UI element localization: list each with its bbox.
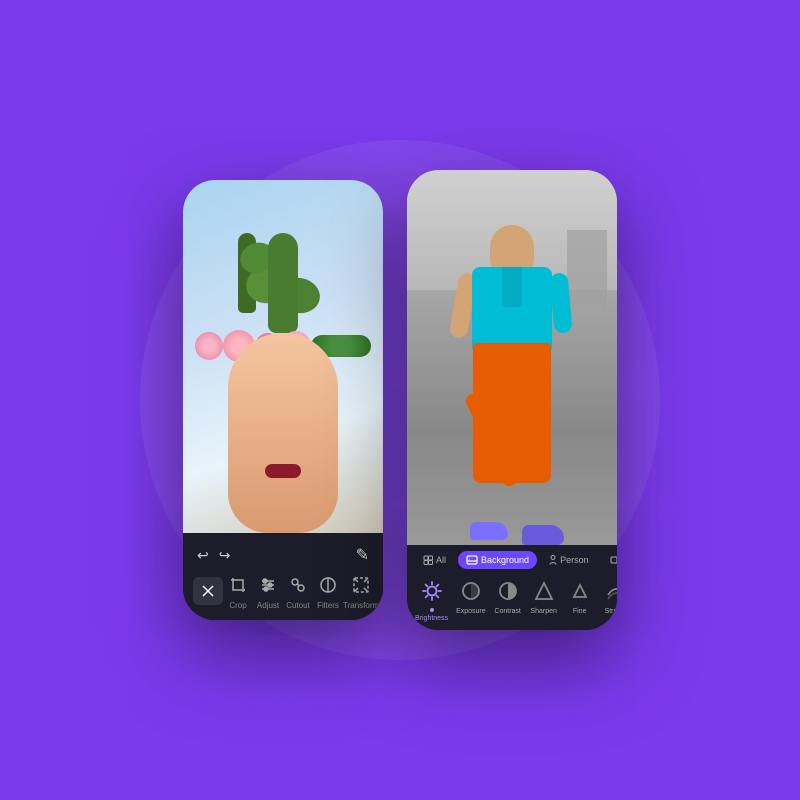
right-phone-image — [407, 170, 617, 545]
left-phone-bottom: ↩ ↪ ✎ — [183, 533, 383, 620]
brightness-label: Brightness — [415, 615, 448, 622]
right-phone: All Background Person — [407, 170, 617, 630]
person-shoe-right — [522, 525, 564, 545]
cutout-label: Cutout — [286, 601, 310, 610]
adj-sharpen[interactable]: Sharpen — [530, 577, 558, 615]
tool-transform[interactable]: Transform — [343, 571, 379, 610]
undo-redo-row: ↩ ↪ ✎ — [193, 541, 373, 571]
tool-crop[interactable]: Crop — [223, 571, 253, 610]
exposure-icon — [459, 579, 483, 603]
tool-cutout[interactable]: Cutout — [283, 571, 313, 610]
tool-close[interactable] — [193, 577, 223, 605]
tab-all-label: All — [436, 555, 446, 565]
undo-button[interactable]: ↩ — [197, 547, 209, 564]
contrast-label: Contrast — [494, 608, 520, 615]
fine-label: Fine — [573, 608, 587, 615]
adj-structure[interactable]: Struc... — [602, 577, 617, 615]
brightness-icon — [420, 579, 444, 603]
adj-tools: Brightness Exposure — [407, 577, 617, 622]
transform-label: Transform — [343, 601, 379, 610]
woman-face — [213, 313, 353, 533]
close-icon — [199, 582, 217, 600]
person-arm-right — [549, 272, 572, 333]
sharpen-label: Sharpen — [530, 608, 556, 615]
redo-button[interactable]: ↪ — [219, 547, 231, 564]
cutout-icon — [289, 576, 307, 594]
filters-label: Filters — [317, 601, 339, 610]
crop-label: Crop — [229, 601, 246, 610]
transform-icon — [352, 576, 370, 594]
adj-contrast[interactable]: Contrast — [494, 577, 522, 615]
crop-icon — [229, 576, 247, 594]
tab-background-label: Background — [481, 555, 529, 565]
person-shirt — [472, 267, 552, 352]
adj-brightness[interactable]: Brightness — [415, 577, 448, 622]
adjust-icon — [259, 576, 277, 594]
lips — [265, 464, 301, 478]
adj-exposure[interactable]: Exposure — [456, 577, 486, 615]
tool-filters[interactable]: Filters — [313, 571, 343, 610]
sharpen-icon — [532, 579, 556, 603]
all-tab-icon — [423, 555, 433, 565]
phones-container: ↩ ↪ ✎ — [183, 170, 617, 630]
toolbar-icons-row: Crop Adjust — [193, 571, 373, 610]
exposure-label: Exposure — [456, 608, 486, 615]
colored-person — [442, 225, 582, 545]
tab-person-label: Person — [560, 555, 589, 565]
tab-object[interactable]: Object — [601, 551, 617, 569]
tool-adjust[interactable]: Adjust — [253, 571, 283, 610]
left-phone-image — [183, 180, 383, 533]
structure-label: Struc... — [605, 608, 617, 615]
filters-icon — [319, 576, 337, 594]
right-phone-bottom: All Background Person — [407, 545, 617, 630]
tab-all[interactable]: All — [415, 551, 454, 569]
fine-icon — [568, 579, 592, 603]
background-tab-icon — [466, 555, 478, 565]
tab-person[interactable]: Person — [541, 551, 597, 569]
undo-redo-left: ↩ ↪ — [197, 547, 230, 564]
segment-tabs: All Background Person — [407, 551, 617, 569]
brightness-dot — [430, 608, 434, 612]
tab-background[interactable]: Background — [458, 551, 537, 569]
contrast-icon — [496, 579, 520, 603]
brush-button[interactable]: ✎ — [356, 545, 369, 565]
person-tab-icon — [549, 555, 557, 565]
person-shoe-left — [470, 522, 508, 540]
adj-fine[interactable]: Fine — [566, 577, 594, 615]
object-tab-icon — [609, 555, 617, 565]
left-phone: ↩ ↪ ✎ — [183, 180, 383, 620]
tool-brush[interactable]: Br... — [379, 571, 383, 610]
structure-icon — [604, 579, 617, 603]
face-skin — [228, 333, 338, 533]
adjust-label: Adjust — [257, 601, 279, 610]
